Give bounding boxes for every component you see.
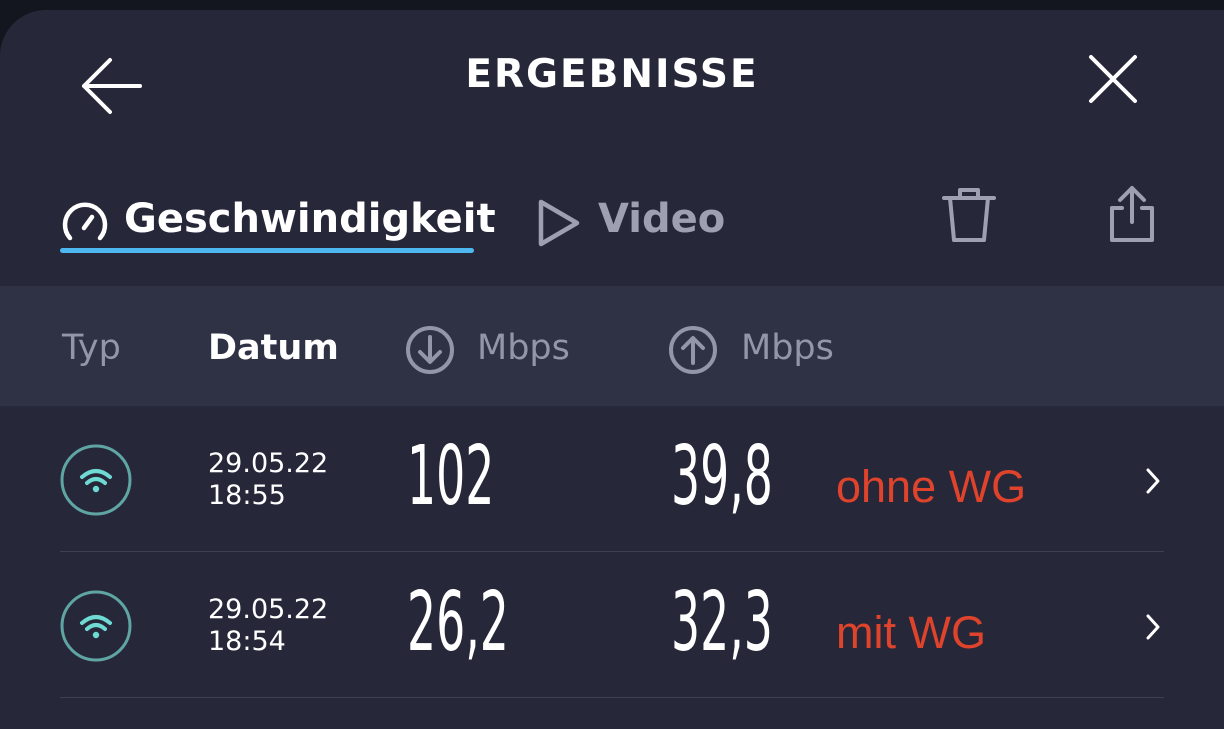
row-divider	[60, 697, 1164, 698]
result-row[interactable]: 29.05.22 18:54 26,2 32,3 mit WG	[0, 552, 1224, 698]
share-button[interactable]	[1104, 182, 1160, 246]
result-note: mit WG	[836, 607, 986, 658]
trash-icon	[942, 188, 996, 242]
results-panel: ERGEBNISSE Geschwindigkeit Video Typ Dat…	[0, 10, 1224, 729]
tab-label: Geschwindigkeit	[124, 196, 496, 242]
wifi-icon	[60, 590, 132, 662]
column-typ[interactable]: Typ	[62, 328, 121, 368]
close-icon	[1089, 55, 1137, 103]
tab-label: Video	[598, 196, 726, 242]
download-icon	[406, 326, 454, 374]
result-date: 29.05.22	[208, 594, 329, 625]
result-row[interactable]: 29.05.22 18:55 102 39,8 ohne WG	[0, 406, 1224, 552]
column-datum[interactable]: Datum	[208, 328, 339, 368]
result-datetime: 29.05.22 18:54	[208, 594, 328, 659]
page-title: ERGEBNISSE	[465, 52, 759, 97]
chevron-right-icon	[1146, 614, 1160, 640]
upload-icon	[669, 326, 717, 374]
speedometer-icon	[62, 202, 108, 241]
upload-value: 39,8	[671, 429, 773, 524]
result-date: 29.05.22	[208, 448, 329, 479]
delete-button[interactable]	[940, 184, 998, 248]
result-time: 18:54	[208, 626, 286, 658]
wifi-icon	[60, 444, 132, 516]
column-download[interactable]: Mbps	[477, 328, 570, 368]
result-time: 18:55	[208, 480, 286, 512]
result-datetime: 29.05.22 18:55	[208, 448, 328, 513]
result-note: ohne WG	[836, 461, 1027, 512]
column-header: Typ Datum Mbps Mbps	[0, 286, 1224, 406]
close-button[interactable]	[1082, 48, 1144, 110]
play-icon	[538, 199, 580, 247]
upload-value: 32,3	[671, 575, 773, 670]
share-icon	[1110, 186, 1154, 242]
chevron-right-icon	[1146, 468, 1160, 494]
download-value: 26,2	[407, 575, 509, 670]
download-value: 102	[407, 429, 495, 524]
column-upload[interactable]: Mbps	[741, 328, 834, 368]
active-tab-indicator	[60, 248, 474, 253]
